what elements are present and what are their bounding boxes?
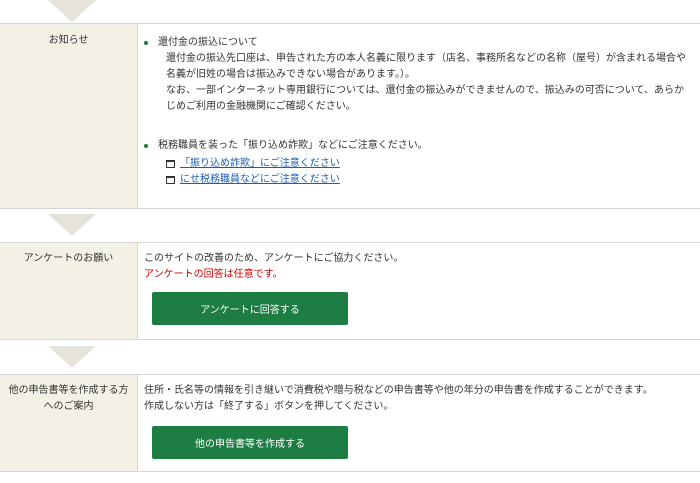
refund-line-2: 名義が旧姓の場合は振込みできない場合があります。）。	[166, 69, 415, 80]
other-forms-text-2: 作成しない方は「終了する」ボタンを押してください。	[144, 401, 394, 412]
step-arrow	[48, 214, 96, 236]
fraud-warning-link[interactable]: 「振り込め詐欺」にご注意ください	[180, 156, 340, 172]
survey-text: このサイトの改善のため、アンケートにご協力ください。	[144, 253, 404, 264]
survey-optional-note: アンケートの回答は任意です。	[144, 269, 283, 280]
other-forms-label: 他の申告書等を作成する方 へのご案内	[0, 375, 138, 471]
answer-survey-button[interactable]: アンケートに回答する	[152, 292, 348, 325]
step-arrow	[48, 0, 96, 22]
notice-item-fraud: 税務職員を装った「振り込め詐欺」などにご注意ください。	[144, 138, 700, 154]
notice-label: お知らせ	[0, 24, 138, 208]
fraud-link-row-1: 「振り込め詐欺」にご注意ください	[144, 156, 700, 172]
notice-item-refund: 還付金の振込について	[144, 35, 700, 51]
new-window-icon	[166, 160, 175, 168]
step-arrow	[48, 346, 96, 368]
other-forms-section: 他の申告書等を作成する方 へのご案内 住所・氏名等の情報を引き継いで消費税や贈与…	[0, 374, 700, 472]
create-other-forms-button[interactable]: 他の申告書等を作成する	[152, 426, 348, 459]
survey-section: アンケートのお願い このサイトの改善のため、アンケートにご協力ください。 アンケ…	[0, 242, 700, 340]
new-window-icon	[166, 176, 175, 184]
refund-line-4: じめご利用の金融機関にご確認ください。	[166, 101, 356, 112]
refund-line-1: 還付金の振込先口座は、申告された方の本人名義に限ります（店名、事務所名などの名称…	[166, 53, 686, 64]
fraud-link-row-2: にせ税務職員などにご注意ください	[144, 172, 700, 188]
fake-official-link[interactable]: にせ税務職員などにご注意ください	[180, 172, 340, 188]
notice-content: 還付金の振込について 還付金の振込先口座は、申告された方の本人名義に限ります（店…	[138, 24, 700, 208]
other-forms-content: 住所・氏名等の情報を引き継いで消費税や贈与税などの申告書等や他の年分の申告書を作…	[138, 375, 700, 471]
survey-content: このサイトの改善のため、アンケートにご協力ください。 アンケートの回答は任意です…	[138, 243, 700, 339]
other-forms-text-1: 住所・氏名等の情報を引き継いで消費税や贈与税などの申告書等や他の年分の申告書を作…	[144, 385, 653, 396]
notice-section: お知らせ 還付金の振込について 還付金の振込先口座は、申告された方の本人名義に限…	[0, 23, 700, 209]
survey-label: アンケートのお願い	[0, 243, 138, 339]
bullet-icon	[144, 41, 148, 45]
bullet-icon	[144, 144, 148, 148]
refund-line-3: なお、一部インターネット専用銀行については、還付金の振込みができませんので、振込…	[166, 85, 684, 96]
